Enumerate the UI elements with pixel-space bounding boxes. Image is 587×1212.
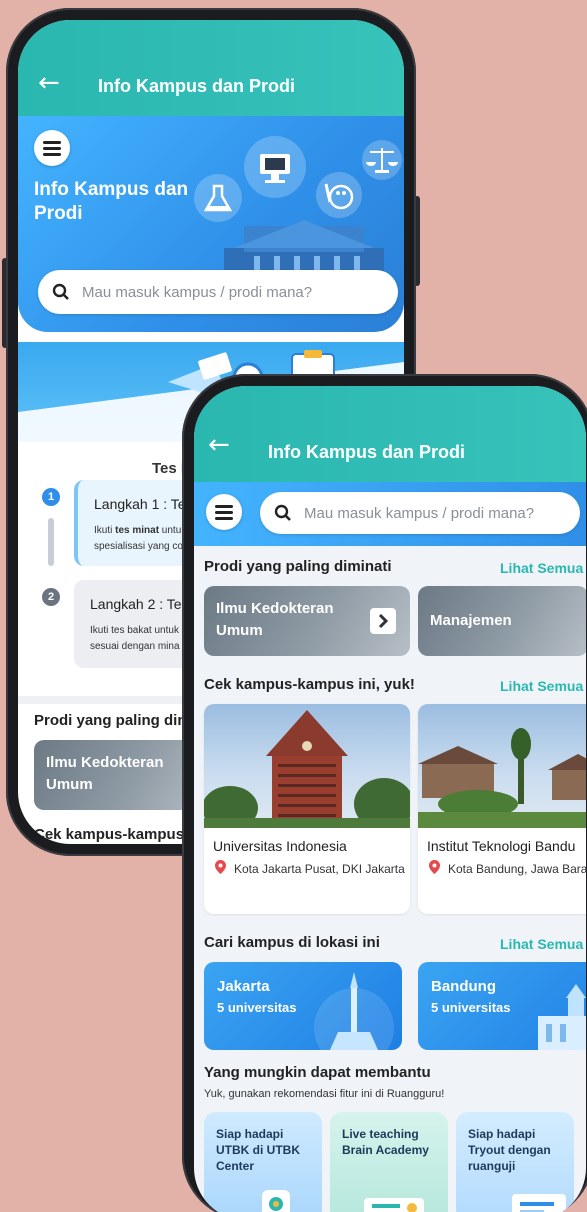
search-header: Mau masuk kampus / prodi mana? <box>194 482 586 546</box>
help-card-title: Siap hadapi Tryout dengan ruanguji <box>468 1127 551 1173</box>
section-title: Cek kampus-kampus in <box>34 826 202 843</box>
city-name: Bandung <box>431 978 496 995</box>
campus-card[interactable]: Institut Teknologi Bandu Kota Bandung, J… <box>418 704 586 914</box>
app-bar: ← Info Kampus dan Prodi <box>18 20 404 116</box>
chevron-right-icon[interactable] <box>370 608 396 634</box>
section-title: Yang mungkin dapat membantu <box>204 1064 431 1081</box>
document-illustration <box>512 1194 566 1212</box>
city-count: 5 universitas <box>431 1000 511 1015</box>
step-desc-line1: Ikuti tes minat untu <box>94 525 182 536</box>
prodi-card-title: Ilmu Kedokteran Umum <box>46 754 164 793</box>
help-card-utbk[interactable]: Siap hadapi UTBK di UTBK Center <box>204 1112 322 1212</box>
campus-photo <box>204 704 410 828</box>
campus-card[interactable]: Universitas Indonesia Kota Jakarta Pusat… <box>204 704 410 914</box>
monas-illustration <box>314 972 394 1050</box>
prodi-card-title: Ilmu Kedokteran Umum <box>216 600 334 639</box>
phone-front: ← Info Kampus dan Prodi Mau masuk kampus… <box>182 374 587 1212</box>
help-card-live-teaching[interactable]: Live teaching Brain Academy <box>330 1112 448 1212</box>
arrow-left-icon[interactable]: ← <box>38 68 60 98</box>
campus-photo <box>418 704 586 828</box>
step-desc-line2: sesuai dengan mina <box>90 641 180 652</box>
search-input[interactable]: Mau masuk kampus / prodi mana? <box>38 270 398 314</box>
help-card-title: Siap hadapi UTBK di UTBK Center <box>216 1127 300 1173</box>
step-desc-line1: Ikuti tes bakat untuk <box>90 625 179 636</box>
hero-banner: Info Kampus dan Prodi Mau masuk kampus /… <box>18 116 404 332</box>
campus-location: Kota Jakarta Pusat, DKI Jakarta <box>234 862 405 876</box>
campus-name: Institut Teknologi Bandu <box>427 838 576 854</box>
prodi-card[interactable]: Manajemen <box>418 586 586 656</box>
step-number: 1 <box>42 488 60 506</box>
app-bar-title: Info Kampus dan Prodi <box>268 442 466 462</box>
see-all-link[interactable]: Lihat Semua <box>500 560 583 576</box>
app-bar: ← Info Kampus dan Prodi <box>194 386 586 482</box>
step-number: 2 <box>42 588 60 606</box>
location-pin-icon <box>429 860 440 874</box>
classroom-illustration <box>364 1198 424 1212</box>
gedung-sate-illustration <box>538 984 586 1050</box>
help-card-tryout[interactable]: Siap hadapi Tryout dengan ruanguji <box>456 1112 574 1212</box>
palette-icon <box>316 172 362 218</box>
menu-icon[interactable] <box>206 494 242 530</box>
screen-front: ← Info Kampus dan Prodi Mau masuk kampus… <box>194 386 586 1212</box>
campus-location: Kota Bandung, Jawa Bara <box>448 862 586 876</box>
search-icon <box>274 504 291 521</box>
app-bar-title: Info Kampus dan Prodi <box>98 76 296 96</box>
step-desc-line2: spesialisasi yang co <box>94 541 183 552</box>
location-pin-icon <box>215 860 226 874</box>
section-title: Cari kampus di lokasi ini <box>204 934 380 951</box>
utbk-badge-icon <box>262 1190 290 1212</box>
section-title: Prodi yang paling diminati <box>204 558 392 575</box>
section-subtitle: Yuk, gunakan rekomendasi fitur ini di Ru… <box>204 1088 445 1100</box>
see-all-link[interactable]: Lihat Semua <box>500 936 583 952</box>
hero-title: Info Kampus dan Prodi <box>34 179 189 224</box>
city-card-jakarta[interactable]: Jakarta 5 universitas <box>204 962 402 1050</box>
see-all-link[interactable]: Lihat Semua <box>500 678 583 694</box>
computer-icon <box>244 136 306 198</box>
section-title: Prodi yang paling dimi <box>34 712 195 729</box>
prodi-card-title: Manajemen <box>430 612 512 629</box>
search-input[interactable]: Mau masuk kampus / prodi mana? <box>260 492 580 534</box>
arrow-left-icon[interactable]: ← <box>208 430 230 460</box>
menu-icon[interactable] <box>34 130 70 166</box>
help-card-title: Live teaching Brain Academy <box>342 1127 429 1157</box>
section-title: Cek kampus-kampus ini, yuk! <box>204 676 415 693</box>
search-icon <box>52 283 69 300</box>
flask-icon <box>194 174 242 222</box>
scale-icon <box>362 140 402 180</box>
city-name: Jakarta <box>217 978 270 995</box>
prodi-card[interactable]: Ilmu Kedokteran Umum <box>204 586 410 656</box>
city-count: 5 universitas <box>217 1000 297 1015</box>
campus-name: Universitas Indonesia <box>213 838 347 854</box>
step-progress-line <box>48 518 54 566</box>
city-card-bandung[interactable]: Bandung 5 universitas <box>418 962 586 1050</box>
